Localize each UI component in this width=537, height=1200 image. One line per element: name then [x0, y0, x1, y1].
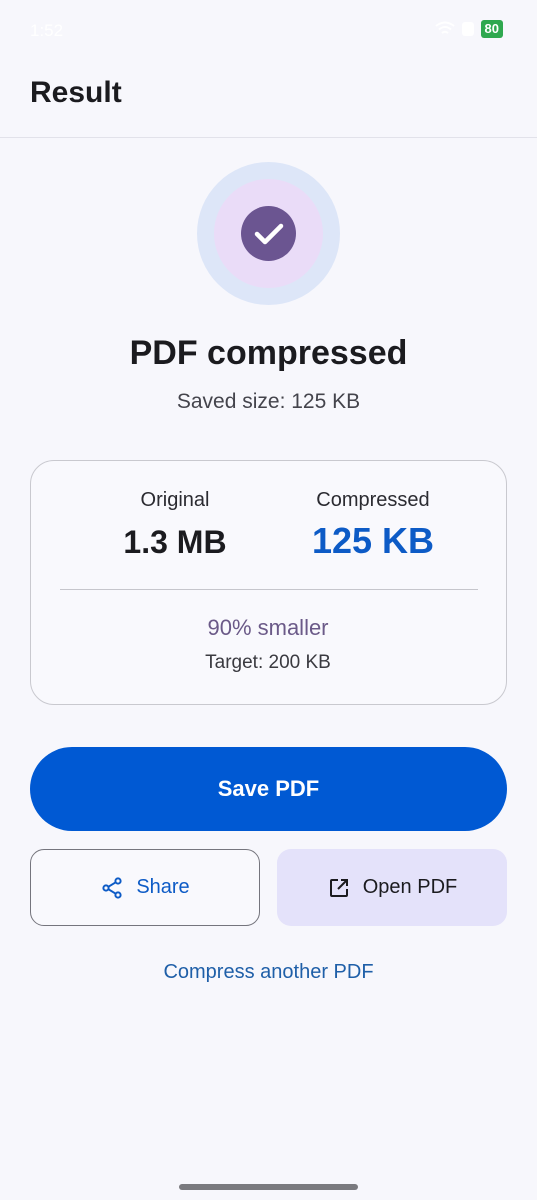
saved-size-text: Saved size: 125 KB: [176, 390, 361, 413]
target-text: Target: 200 KB: [205, 652, 331, 673]
open-pdf-button[interactable]: Open PDF: [277, 849, 507, 926]
stats-card: Original 1.3 MB Compressed 125 KB 90% sm…: [30, 460, 507, 705]
page-title: Result: [30, 76, 122, 109]
compress-another-link[interactable]: Compress another PDF: [0, 961, 537, 984]
save-pdf-button[interactable]: Save PDF: [30, 747, 507, 831]
share-label: Share: [136, 876, 190, 898]
original-value: 1.3 MB: [123, 524, 227, 560]
status-icons: 80: [434, 20, 503, 38]
wifi-icon: [434, 21, 455, 34]
status-time: 1:52: [30, 21, 64, 40]
reduction-text: 90% smaller: [207, 615, 329, 640]
notification-icon: [461, 22, 474, 36]
success-badge-ring: [214, 179, 323, 288]
compressed-size-column: Compressed 125 KB: [275, 489, 471, 562]
save-pdf-label: Save PDF: [217, 776, 320, 801]
open-external-icon: [329, 878, 348, 897]
compressed-value: 125 KB: [311, 520, 435, 561]
share-icon: [102, 876, 122, 899]
battery-indicator: 80: [480, 20, 503, 38]
result-headline: PDF compressed: [129, 334, 408, 372]
stats-divider: [60, 589, 478, 590]
compressed-label: Compressed: [316, 489, 430, 511]
home-indicator[interactable]: [179, 1184, 358, 1190]
check-circle-icon: [241, 206, 296, 261]
open-pdf-label: Open PDF: [362, 876, 458, 898]
success-badge: [197, 162, 340, 305]
share-button[interactable]: Share: [30, 849, 260, 926]
original-size-column: Original 1.3 MB: [91, 489, 259, 561]
app-bar: Result: [0, 62, 537, 138]
status-bar: 1:52 80: [0, 0, 537, 62]
original-label: Original: [140, 489, 210, 511]
